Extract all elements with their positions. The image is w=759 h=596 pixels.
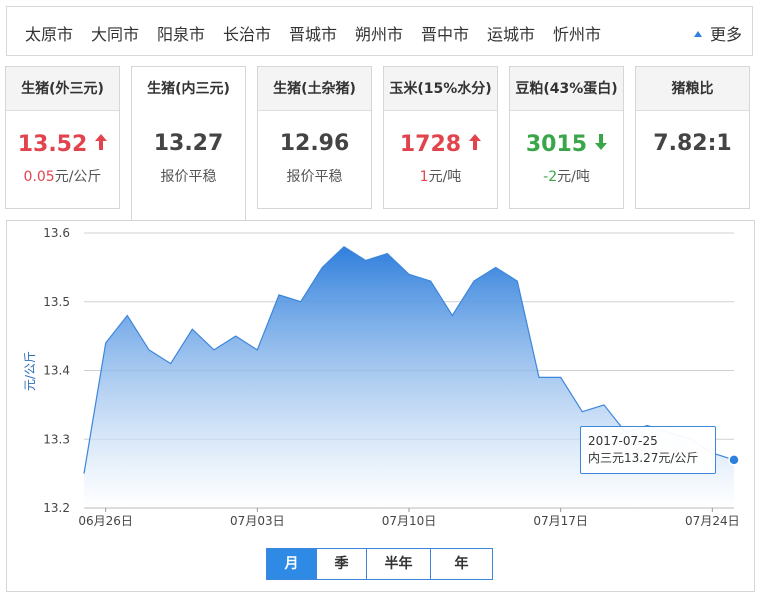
card-value-number: 13.52 [17,132,88,157]
period-tabs: 月 季 半年 年 [266,548,493,580]
y-tick-label: 13.4 [43,364,70,378]
tooltip-date: 2017-07-25 [588,434,658,448]
price-card-soybean-meal[interactable]: 豆粕(43%蛋白) 3015 -2元/吨 [509,66,624,209]
card-status: 报价平稳 [160,169,217,185]
city-link-taiyuan[interactable]: 太原市 [25,21,73,45]
card-change: -2元/吨 [510,167,623,187]
card-value: 7.82:1 [653,131,732,156]
chart-panel: 13.6 13.5 13.4 13.3 13.2 元/公斤 06月26日 07月03日 07月1… [6,220,755,592]
y-tick-label: 13.6 [43,226,70,240]
card-status: 报价平稳 [286,169,343,185]
city-link-yangquan[interactable]: 阳泉市 [157,21,205,45]
city-link-yuncheng[interactable]: 运城市 [487,21,535,45]
chart-tooltip: 2017-07-25 内三元13.27元/公斤 [580,426,716,474]
price-area-chart: 13.6 13.5 13.4 13.3 13.2 元/公斤 06月26日 07月03日 07月1… [23,226,740,528]
price-card-hog-local[interactable]: 生猪(土杂猪) 12.96 报价平稳 [257,66,372,209]
arrow-up-icon [469,131,482,157]
triangle-up-icon [693,31,702,37]
card-title: 生猪(外三元) [6,67,119,111]
city-link-jincheng[interactable]: 晋城市 [289,21,337,45]
more-cities-button[interactable]: 更多 [693,21,742,45]
card-title: 生猪(土杂猪) [258,67,371,111]
x-tick-label: 07月03日 [230,514,285,528]
price-card-hog-inner[interactable]: 生猪(内三元) 13.27 报价平稳 [131,66,246,220]
more-label: 更多 [709,25,742,44]
card-title: 豆粕(43%蛋白) [510,67,623,111]
card-value: 12.96 [279,131,350,156]
y-tick-label: 13.5 [43,295,70,309]
city-link-jinzhong[interactable]: 晋中市 [421,21,469,45]
hover-point-marker[interactable] [728,454,740,466]
card-title: 玉米(15%水分) [384,67,497,111]
tab-year[interactable]: 年 [431,549,492,579]
card-value: 1728 [384,131,497,158]
card-value: 13.52 [6,131,119,158]
x-tick-label: 07月17日 [533,514,588,528]
card-value-number: 3015 [525,132,588,157]
card-change-unit: 元/吨 [557,169,590,185]
tab-half-year[interactable]: 半年 [367,549,431,579]
card-change-value: -2 [543,169,558,185]
x-tick-label: 06月26日 [78,514,133,528]
arrow-up-icon [95,131,108,157]
card-value: 3015 [510,131,623,158]
card-change-unit: 元/公斤 [54,169,102,185]
tooltip-text: 内三元13.27元/公斤 [588,451,699,465]
price-card-hog-grain-ratio[interactable]: 猪粮比 7.82:1 [635,66,750,209]
card-change-unit: 元/吨 [428,169,462,185]
card-title: 生猪(内三元) [132,67,245,111]
city-link-xinzhou[interactable]: 忻州市 [553,21,601,45]
y-axis-label: 元/公斤 [23,351,37,391]
card-change-value: 1 [419,169,429,185]
card-change: 0.05元/公斤 [6,167,119,187]
card-value: 13.27 [153,131,224,156]
y-tick-label: 13.3 [43,432,70,446]
x-tick-label: 07月24日 [685,514,740,528]
city-bar: 太原市 大同市 阳泉市 长治市 晋城市 朔州市 晋中市 运城市 忻州市 更多 [6,6,753,56]
card-value-number: 1728 [399,132,462,157]
price-card-hog-outer[interactable]: 生猪(外三元) 13.52 0.05元/公斤 [5,66,120,209]
y-tick-label: 13.2 [43,501,70,515]
card-title: 猪粮比 [636,67,749,111]
card-change: 1元/吨 [384,167,497,187]
price-card-corn[interactable]: 玉米(15%水分) 1728 1元/吨 [383,66,498,209]
city-link-changzhi[interactable]: 长治市 [223,21,271,45]
tab-month[interactable]: 月 [267,549,317,579]
card-change-value: 0.05 [23,169,55,185]
city-link-datong[interactable]: 大同市 [91,21,139,45]
arrow-down-icon [595,131,608,157]
city-link-shuozhou[interactable]: 朔州市 [355,21,403,45]
tab-quarter[interactable]: 季 [317,549,367,579]
x-tick-label: 07月10日 [382,514,437,528]
